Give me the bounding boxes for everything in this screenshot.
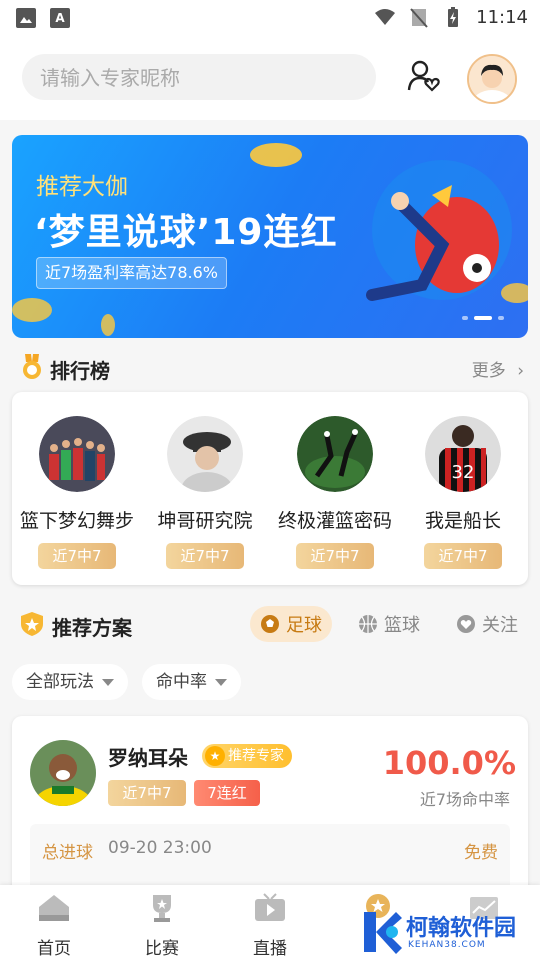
expert-badge-label: 推荐专家 <box>228 748 284 764</box>
filter-hit-rate[interactable]: 命中率 <box>142 664 241 700</box>
status-bar: A 11:14 <box>0 0 540 36</box>
record-tag: 近7中7 <box>108 780 186 806</box>
tab-basketball[interactable]: 篮球 <box>348 606 430 642</box>
banner-subtitle: 推荐大伽 <box>36 174 128 200</box>
follow-user-icon[interactable] <box>406 58 442 94</box>
ranking-item[interactable]: 篮下梦幻舞步 近7中7 <box>12 416 142 569</box>
sport-tabs: 足球 篮球 关注 <box>250 606 528 642</box>
caret-down-icon <box>102 678 114 686</box>
nav-label: 比赛 <box>145 939 179 959</box>
tv-icon <box>255 893 285 921</box>
tab-label: 关注 <box>482 615 518 636</box>
plan-type: 总进球 <box>42 843 93 863</box>
ranking-name: 坤哥研究院 <box>157 510 253 532</box>
nav-label: 首页 <box>37 939 71 959</box>
ranking-name: 我是船长 <box>424 510 501 532</box>
tab-follow[interactable]: 关注 <box>446 606 528 642</box>
filter-play-type[interactable]: 全部玩法 <box>12 664 128 700</box>
plan-price: 免费 <box>464 843 498 863</box>
filter-label: 命中率 <box>156 672 207 692</box>
search-box[interactable] <box>22 54 376 102</box>
user-avatar[interactable] <box>467 54 517 104</box>
filter-bar: 全部玩法 命中率 <box>12 664 241 700</box>
plan-time: 09-20 23:00 <box>108 838 212 858</box>
pager-dot <box>462 316 468 320</box>
ranking-item[interactable]: 32 我是船长 近7中7 <box>398 416 528 569</box>
hit-rate-label: 近7场命中率 <box>419 790 510 809</box>
pager-dot <box>498 316 504 320</box>
ranking-tag: 近7中7 <box>38 543 116 569</box>
caret-down-icon <box>215 678 227 686</box>
more-label: 更多 <box>471 361 506 381</box>
expert-avatar[interactable] <box>30 740 96 806</box>
chevron-right-icon: › <box>517 361 524 381</box>
watermark-text: 柯翰软件园 <box>406 916 517 941</box>
ranking-item[interactable]: 终极灌篮密码 近7中7 <box>270 416 400 569</box>
search-input[interactable] <box>22 54 362 102</box>
trophy-icon <box>153 895 171 922</box>
heart-icon <box>457 615 475 633</box>
ranking-item[interactable]: 坤哥研究院 近7中7 <box>140 416 270 569</box>
banner-title: ‘梦里说球’19连红 <box>34 212 338 253</box>
recommend-title: 推荐方案 <box>52 616 132 640</box>
promo-banner[interactable]: 推荐大伽 ‘梦里说球’19连红 近7场盈利率高达78.6% <box>12 135 528 338</box>
ranking-title: 排行榜 <box>50 359 110 383</box>
ranking-avatar <box>297 416 373 492</box>
basketball-icon <box>359 615 377 633</box>
watermark-k-icon <box>364 912 402 954</box>
ranking-tag: 近7中7 <box>424 543 502 569</box>
banner-badge: 近7场盈利率高达78.6% <box>36 257 228 289</box>
battery-charging-icon <box>448 7 459 27</box>
expert-badge: ★ 推荐专家 <box>202 744 292 768</box>
tab-football[interactable]: 足球 <box>250 606 332 642</box>
football-icon <box>261 615 279 633</box>
ranking-card: 篮下梦幻舞步 近7中7 坤哥研究院 近7中7 终极灌篮密码 近7中7 32 我是… <box>12 392 528 585</box>
tab-label: 足球 <box>286 615 322 636</box>
shield-star-icon <box>21 612 43 636</box>
hit-rate-value: 100.0% <box>382 744 516 782</box>
nav-label: 直播 <box>253 939 287 959</box>
filter-label: 全部玩法 <box>26 672 94 692</box>
ranking-more-link[interactable]: 更多 › <box>472 356 524 381</box>
watermark-logo: 柯翰软件园 KEHAN38.COM <box>362 908 532 956</box>
nav-home[interactable]: 首页 <box>14 893 94 959</box>
ranking-name: 终极灌篮密码 <box>277 510 392 532</box>
tab-label: 篮球 <box>384 615 420 636</box>
ranking-tag: 近7中7 <box>296 543 374 569</box>
pager-dot-active <box>474 316 492 320</box>
ranking-avatar <box>39 416 115 492</box>
image-notification-icon <box>16 8 36 28</box>
nav-live[interactable]: 直播 <box>230 893 310 959</box>
font-notification-icon: A <box>50 8 70 28</box>
star-icon: ★ <box>205 746 225 766</box>
wifi-icon <box>375 9 396 25</box>
ranking-avatar <box>167 416 243 508</box>
home-icon <box>39 895 69 921</box>
watermark-sub: KEHAN38.COM <box>408 940 486 950</box>
clock: 11:14 <box>476 6 528 28</box>
ranking-tag: 近7中7 <box>166 543 244 569</box>
no-signal-icon <box>410 8 428 28</box>
svg-text:32: 32 <box>452 462 475 483</box>
medal-icon <box>23 354 41 379</box>
nav-match[interactable]: 比赛 <box>122 893 202 959</box>
expert-name: 罗纳耳朵 <box>108 746 188 770</box>
streak-tag: 7连红 <box>194 780 260 806</box>
ranking-name: 篮下梦幻舞步 <box>19 510 134 532</box>
banner-pager <box>462 316 504 320</box>
header <box>0 36 540 120</box>
ranking-avatar: 32 <box>425 416 501 492</box>
